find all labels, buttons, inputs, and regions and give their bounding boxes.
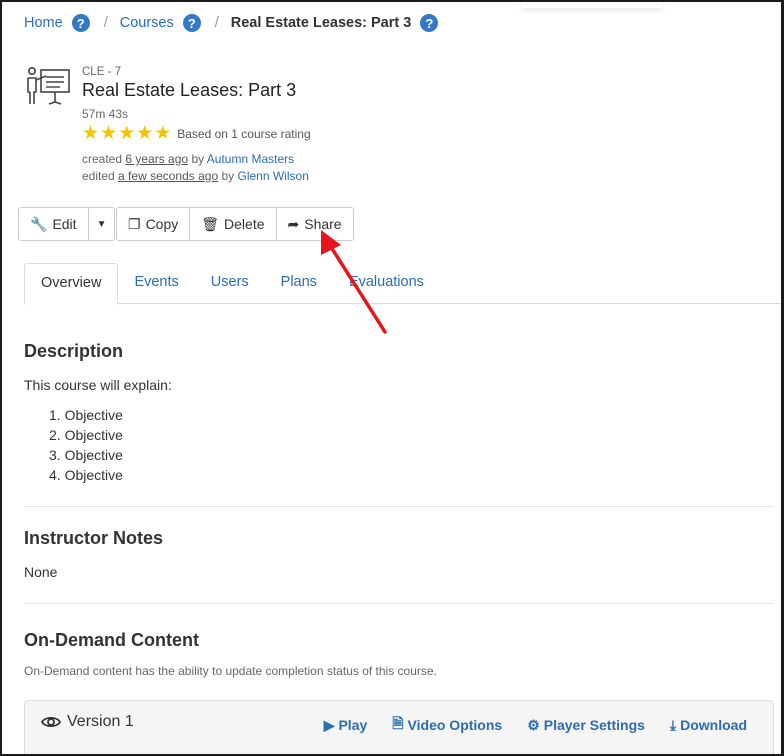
delete-button[interactable]: 🗑 Delete: [190, 207, 277, 241]
trash-icon: 🗑: [201, 215, 220, 232]
divider: [24, 506, 774, 507]
description-intro: This course will explain:: [24, 377, 172, 393]
play-button[interactable]: ▶ Play: [324, 713, 368, 737]
objective-list: 1. Objective 2. Objective 3. Objective 4…: [49, 405, 123, 485]
divider: [24, 603, 774, 604]
tab-evaluations[interactable]: Evaluations: [333, 263, 440, 304]
edited-label: edited: [82, 169, 115, 183]
download-button[interactable]: ⤓ Download: [670, 713, 747, 737]
caret-down-icon: ▼: [96, 218, 107, 230]
tab-overview[interactable]: Overview: [24, 263, 119, 305]
breadcrumb-current: Real Estate Leases: Part 3: [230, 15, 412, 31]
share-icon: ➦: [287, 215, 300, 232]
star-icon: ★: [100, 123, 118, 144]
delete-label: Delete: [224, 216, 265, 232]
created-meta: created 6 years ago by Autumn Masters: [82, 151, 311, 168]
edited-meta: edited a few seconds ago by Glenn Wilson: [82, 168, 311, 185]
help-icon[interactable]: ?: [182, 14, 201, 32]
version-title: Version 1: [41, 713, 134, 731]
list-item: 2. Objective: [49, 427, 123, 443]
dropdown-shadow: [522, 2, 662, 8]
created-time: 6 years ago: [125, 152, 189, 166]
edited-by-label: by: [221, 169, 235, 183]
instructor-notes-heading: Instructor Notes: [24, 528, 164, 548]
copy-icon: ❐: [128, 215, 141, 232]
help-icon[interactable]: ?: [420, 14, 439, 32]
copy-label: Copy: [145, 216, 179, 232]
player-settings-button[interactable]: ⚙ Player Settings: [527, 713, 645, 737]
list-item: 3. Objective: [49, 447, 123, 463]
star-icon: ★: [136, 123, 154, 144]
tab-events[interactable]: Events: [118, 263, 194, 304]
play-icon: ▶: [323, 716, 335, 733]
breadcrumb-separator: /: [214, 15, 219, 31]
star-icon: ★: [118, 123, 136, 144]
rating-text: Based on 1 course rating: [177, 127, 311, 141]
breadcrumb-home-link[interactable]: Home: [24, 15, 63, 31]
breadcrumb: Home ? / Courses ? / Real Estate Leases:…: [24, 14, 439, 32]
video-options-button[interactable]: 🗎 Video Options: [392, 713, 502, 737]
edit-button[interactable]: 🔧 Edit: [18, 207, 89, 241]
help-icon[interactable]: ?: [71, 14, 90, 32]
list-item: 1. Objective: [49, 407, 123, 423]
created-by-link[interactable]: Autumn Masters: [207, 152, 294, 166]
player-settings-label: Player Settings: [543, 717, 645, 733]
version-panel: Version 1 ▶ Play 🗎 Video Options ⚙ Playe…: [24, 700, 774, 754]
edit-dropdown-toggle[interactable]: ▼: [88, 207, 116, 241]
edited-by-link[interactable]: Glenn Wilson: [238, 169, 309, 183]
instructor-notes-text: None: [24, 564, 58, 580]
course-code: CLE - 7: [82, 66, 121, 78]
created-by-label: by: [191, 152, 205, 166]
star-icon: ★: [82, 123, 100, 144]
share-button[interactable]: ➦ Share: [276, 207, 354, 241]
on-demand-heading: On-Demand Content: [24, 630, 199, 650]
share-label: Share: [304, 216, 342, 232]
course-duration: 57m 43s: [82, 107, 129, 121]
breadcrumb-courses-link[interactable]: Courses: [120, 15, 174, 31]
version-actions: ▶ Play 🗎 Video Options ⚙ Player Settings…: [299, 713, 747, 737]
tab-plans[interactable]: Plans: [265, 263, 333, 304]
tab-users[interactable]: Users: [195, 263, 265, 304]
course-title: Real Estate Leases: Part 3: [82, 80, 297, 100]
star-icon: ★: [154, 123, 172, 144]
description-heading: Description: [24, 341, 124, 361]
download-icon: ⤓: [669, 716, 677, 733]
list-item: 4. Objective: [49, 467, 123, 483]
course-tabs: Overview Events Users Plans Evaluations: [24, 263, 781, 305]
edit-label: Edit: [52, 216, 77, 232]
breadcrumb-separator: /: [103, 15, 108, 31]
page-frame: Home ? / Courses ? / Real Estate Leases:…: [0, 0, 784, 756]
eye-icon: [41, 716, 61, 728]
edited-time: a few seconds ago: [118, 169, 219, 183]
copy-button[interactable]: ❐ Copy: [116, 207, 191, 241]
version-label: Version 1: [67, 713, 134, 730]
file-video-icon: 🗎: [392, 715, 404, 731]
video-options-label: Video Options: [407, 717, 503, 733]
wrench-icon: 🔧: [30, 215, 48, 232]
gear-icon: ⚙: [527, 716, 540, 733]
presentation-icon: [27, 66, 70, 105]
course-rating: ★ ★ ★ ★ ★ Based on 1 course rating: [82, 123, 311, 144]
download-label: Download: [680, 717, 747, 733]
on-demand-note: On-Demand content has the ability to upd…: [24, 664, 437, 678]
course-header: CLE - 7 Real Estate Leases: Part 3 57m 4…: [82, 66, 311, 185]
play-label: Play: [338, 717, 368, 733]
edit-button-group: 🔧 Edit ▼: [18, 207, 116, 241]
created-label: created: [82, 152, 123, 166]
action-button-group: ❐ Copy 🗑 Delete ➦ Share: [116, 207, 354, 241]
